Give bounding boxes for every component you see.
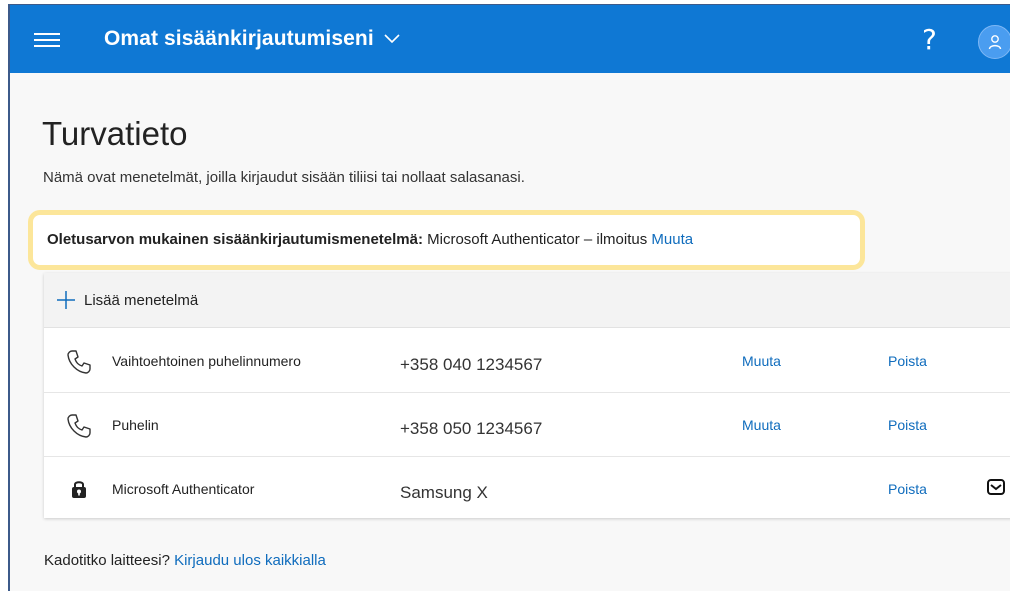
method-value: +358 040 1234567 xyxy=(400,355,543,374)
top-bar: Omat sisäänkirjautumiseni ? xyxy=(10,5,1010,73)
lost-device-question: Kadotitko laitteesi? xyxy=(44,552,170,569)
method-row-phone: Puhelin +358 050 1234567 Muuta Poista xyxy=(44,393,1010,457)
method-row-authenticator: Microsoft Authenticator Samsung X Poista xyxy=(44,457,1010,521)
hamburger-icon[interactable] xyxy=(34,33,60,47)
page-title: Turvatieto xyxy=(42,115,188,152)
phone-icon xyxy=(67,350,91,374)
default-method-label: Oletusarvon mukainen sisäänkirjautumisme… xyxy=(47,231,423,248)
method-value: Samsung X xyxy=(400,483,488,502)
lost-device-line: Kadotitko laitteesi? Kirjaudu ulos kaikk… xyxy=(44,552,326,569)
app-frame: Omat sisäänkirjautumiseni ? Turvatieto N… xyxy=(8,4,1010,591)
page-subtitle: Nämä ovat menetelmät, joilla kirjaudut s… xyxy=(43,169,525,186)
app-title: Omat sisäänkirjautumiseni xyxy=(104,27,374,50)
method-delete-link[interactable]: Poista xyxy=(888,353,927,369)
mail-icon[interactable] xyxy=(986,477,1006,497)
default-method-line: Oletusarvon mukainen sisäänkirjautumisme… xyxy=(47,231,693,248)
method-name: Microsoft Authenticator xyxy=(112,481,255,497)
methods-list: Lisää menetelmä Vaihtoehtoinen puhelinnu… xyxy=(44,273,1010,518)
avatar[interactable] xyxy=(978,25,1010,59)
person-icon xyxy=(988,35,1002,50)
method-delete-link[interactable]: Poista xyxy=(888,481,927,497)
method-value: +358 050 1234567 xyxy=(400,419,543,438)
signout-everywhere-link[interactable]: Kirjaudu ulos kaikkialla xyxy=(174,552,326,569)
app-title-menu[interactable]: Omat sisäänkirjautumiseni xyxy=(104,27,400,51)
phone-icon xyxy=(67,414,91,438)
plus-icon xyxy=(57,291,75,309)
authenticator-lock-icon xyxy=(72,481,86,498)
default-method-change-link[interactable]: Muuta xyxy=(651,231,693,248)
method-change-link[interactable]: Muuta xyxy=(742,417,781,433)
method-row-alt-phone: Vaihtoehtoinen puhelinnumero +358 040 12… xyxy=(44,329,1010,393)
default-method-highlight: Oletusarvon mukainen sisäänkirjautumisme… xyxy=(28,210,865,270)
default-method-value: Microsoft Authenticator – ilmoitus xyxy=(427,231,648,248)
method-name: Puhelin xyxy=(112,417,159,433)
method-change-link[interactable]: Muuta xyxy=(742,353,781,369)
chevron-down-icon xyxy=(384,34,400,44)
method-delete-link[interactable]: Poista xyxy=(888,417,927,433)
method-name: Vaihtoehtoinen puhelinnumero xyxy=(112,353,301,369)
add-method-button[interactable]: Lisää menetelmä xyxy=(44,273,1010,328)
add-method-label: Lisää menetelmä xyxy=(84,291,199,309)
help-icon[interactable]: ? xyxy=(922,23,937,56)
